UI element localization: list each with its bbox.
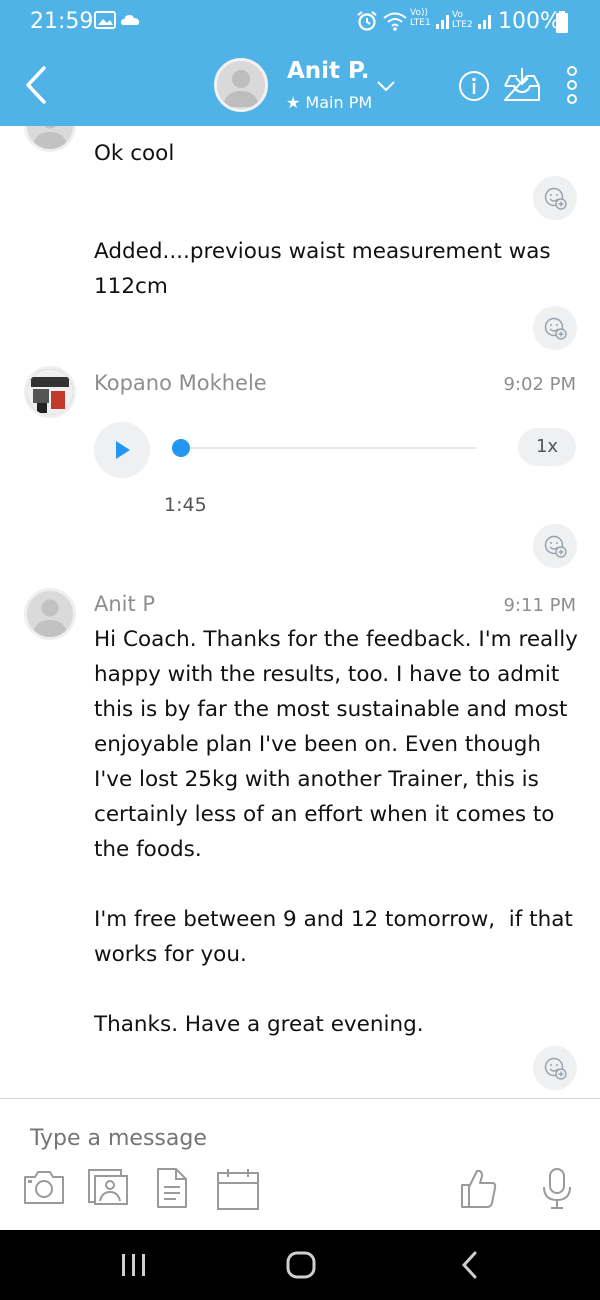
message-time: 9:02 PM <box>503 374 576 395</box>
lte1-label: LTE1 <box>410 18 431 28</box>
message-time: 9:11 PM <box>503 595 576 616</box>
cloud-icon <box>120 10 142 34</box>
play-button[interactable] <box>94 422 150 478</box>
playback-speed-button[interactable]: 1x <box>518 428 576 466</box>
message-input[interactable] <box>30 1123 570 1153</box>
avatar[interactable] <box>24 126 76 152</box>
volte-label: Vo)) <box>410 8 428 18</box>
calendar-icon[interactable] <box>216 1167 260 1215</box>
message-list[interactable]: Ok cool Added....previous waist measurem… <box>0 126 600 1098</box>
image-icon <box>94 10 116 34</box>
signal-bars-2-icon <box>478 10 494 34</box>
battery-percent: 100% <box>498 9 561 34</box>
status-bar: 21:59 Vo)) LTE1 Vo LTE2 100% <box>0 0 600 44</box>
status-time: 21:59 <box>30 9 94 34</box>
battery-icon <box>556 11 568 37</box>
info-icon[interactable] <box>458 70 490 106</box>
lte1-signal-icon: Vo)) LTE1 <box>410 8 431 28</box>
play-icon <box>116 441 130 459</box>
chevron-down-icon[interactable] <box>376 78 396 97</box>
add-reaction-icon <box>544 317 567 340</box>
microphone-icon[interactable] <box>540 1167 574 1215</box>
add-reaction-button[interactable] <box>533 306 577 350</box>
message-text: Hi Coach. Thanks for the feedback. I'm r… <box>94 627 578 1037</box>
sender-avatar[interactable] <box>24 588 76 640</box>
wifi-icon <box>382 10 408 36</box>
message-composer <box>0 1098 600 1230</box>
add-reaction-icon <box>544 1057 567 1080</box>
sender-avatar[interactable] <box>24 366 76 418</box>
lte2-signal-icon: Vo LTE2 <box>452 10 473 30</box>
lte2-label: LTE2 <box>452 20 473 30</box>
system-back-icon[interactable] <box>458 1250 482 1284</box>
signal-bars-1-icon <box>436 10 452 34</box>
message-text: Ok cool <box>94 141 175 166</box>
system-nav-bar <box>0 1230 600 1300</box>
add-reaction-button[interactable] <box>533 1046 577 1090</box>
home-icon[interactable] <box>285 1250 317 1284</box>
contact-subtitle: ★ Main PM <box>286 93 373 112</box>
chat-header: Anit P. ★ Main PM <box>0 44 600 126</box>
audio-progress-track[interactable] <box>180 447 476 449</box>
add-reaction-icon <box>544 535 567 558</box>
contact-avatar[interactable] <box>214 58 268 112</box>
add-reaction-button[interactable] <box>533 524 577 568</box>
message-text: Added....previous waist measurement was … <box>94 239 558 299</box>
more-vertical-icon[interactable] <box>564 66 580 110</box>
inbox-download-icon[interactable] <box>502 66 542 106</box>
audio-progress-knob[interactable] <box>172 439 190 457</box>
camera-icon[interactable] <box>22 1167 66 1211</box>
thumbs-up-icon[interactable] <box>458 1167 498 1213</box>
add-reaction-button[interactable] <box>533 176 577 220</box>
alarm-icon <box>356 10 378 36</box>
document-icon[interactable] <box>154 1167 190 1213</box>
sender-name: Kopano Mokhele <box>94 371 267 395</box>
recent-apps-icon[interactable] <box>120 1250 148 1284</box>
contact-name[interactable]: Anit P. <box>287 58 369 84</box>
photo-gallery-icon[interactable] <box>86 1167 130 1211</box>
audio-duration: 1:45 <box>164 494 207 516</box>
back-icon[interactable] <box>22 64 50 110</box>
sender-name: Anit P <box>94 592 156 616</box>
add-reaction-icon <box>544 187 567 210</box>
